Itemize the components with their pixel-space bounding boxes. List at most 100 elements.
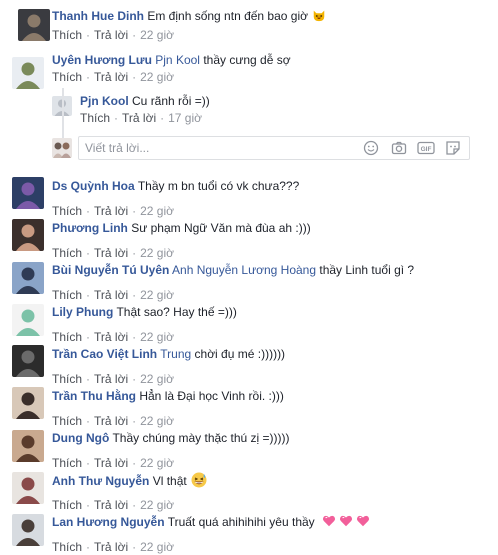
avatar[interactable] — [12, 57, 44, 89]
like-link[interactable]: Thích — [52, 70, 82, 84]
commenter-name[interactable]: Lan Hương Nguyễn — [52, 515, 165, 529]
like-link[interactable]: Thích — [52, 288, 82, 302]
comment-text: Thật sao? Hay thế =))) — [116, 305, 237, 319]
tagged-user[interactable]: Anh Nguyễn Lương Hoàng — [172, 263, 316, 277]
avatar[interactable] — [12, 219, 44, 251]
avatar[interactable] — [12, 262, 44, 294]
separator: · — [86, 414, 91, 428]
separator: · — [86, 246, 91, 260]
timestamp[interactable]: 22 giờ — [140, 540, 174, 554]
separator: · — [132, 70, 137, 84]
separator: · — [86, 540, 91, 554]
separator: · — [132, 540, 137, 554]
avatar[interactable] — [12, 472, 44, 504]
timestamp[interactable]: 22 giờ — [140, 246, 174, 260]
hearts-icon — [319, 515, 370, 529]
camera-icon[interactable] — [391, 140, 407, 156]
sticker-icon[interactable] — [445, 140, 461, 156]
commenter-name[interactable]: Thanh Hue Dinh — [52, 9, 144, 23]
commenter-name[interactable]: Anh Thư Nguyễn — [52, 474, 149, 488]
separator: · — [86, 372, 91, 386]
separator: · — [86, 204, 91, 218]
separator: · — [86, 28, 91, 42]
comment-body: Trần Cao Việt Linh Trung chời đụ mé :)))… — [52, 346, 285, 362]
reply-link[interactable]: Trả lời — [94, 414, 128, 428]
comment-body: Anh Thư Nguyễn Vl thật — [52, 472, 207, 489]
comment-text: chời đụ mé :)))))) — [194, 347, 286, 361]
timestamp[interactable]: 22 giờ — [140, 372, 174, 386]
avatar[interactable] — [12, 514, 44, 546]
avatar[interactable] — [12, 345, 44, 377]
comment-body: Dung Ngô Thầy chúng mày thặc thú zị =)))… — [52, 430, 290, 446]
separator: · — [132, 28, 137, 42]
timestamp[interactable]: 22 giờ — [140, 288, 174, 302]
comment-actions: Thích · Trả lời · 17 giờ — [80, 110, 202, 126]
comment-body: Thanh Hue Dinh Em định sống ntn đến bao … — [52, 8, 326, 24]
commenter-name[interactable]: Trần Thu Hằng — [52, 389, 136, 403]
like-link[interactable]: Thích — [52, 372, 82, 386]
tagged-user[interactable]: Trung — [160, 347, 191, 361]
reply-input[interactable] — [85, 140, 345, 156]
commenter-name[interactable]: Lily Phung — [52, 305, 113, 319]
avatar[interactable] — [12, 177, 44, 209]
timestamp[interactable]: 22 giờ — [140, 330, 174, 344]
comment-text: Vl thật — [152, 474, 187, 488]
timestamp[interactable]: 22 giờ — [140, 70, 174, 84]
commenter-name[interactable]: Uyên Hương Lưu — [52, 53, 152, 67]
commenter-name[interactable]: Dung Ngô — [52, 431, 109, 445]
reply-link[interactable]: Trả lời — [94, 330, 128, 344]
commenter-name[interactable]: Phương Linh — [52, 221, 128, 235]
like-link[interactable]: Thích — [52, 540, 82, 554]
avatar[interactable] — [12, 304, 44, 336]
timestamp[interactable]: 22 giờ — [140, 204, 174, 218]
reply-link[interactable]: Trả lời — [94, 456, 128, 470]
comment-body: Uyên Hương Lưu Pjn Kool thầy cưng dễ sợ — [52, 52, 291, 68]
tagged-user[interactable]: Pjn Kool — [155, 53, 200, 67]
comment-body: Bùi Nguyễn Tú Uyên Anh Nguyễn Lương Hoàn… — [52, 262, 414, 278]
comment-actions: Thích · Trả lời · 22 giờ — [52, 371, 174, 387]
like-link[interactable]: Thích — [52, 246, 82, 260]
reply-box: GIF — [78, 136, 470, 160]
reply-link[interactable]: Trả lời — [94, 288, 128, 302]
emoji-icon[interactable] — [363, 140, 379, 156]
like-link[interactable]: Thích — [52, 28, 82, 42]
commenter-name[interactable]: Pjn Kool — [80, 94, 129, 108]
commenter-name[interactable]: Trần Cao Việt Linh — [52, 347, 157, 361]
reply-link[interactable]: Trả lời — [122, 111, 156, 125]
separator: · — [114, 111, 119, 125]
avatar[interactable] — [12, 430, 44, 462]
separator: · — [160, 111, 165, 125]
like-link[interactable]: Thích — [52, 456, 82, 470]
comment-actions: Thích · Trả lời · 22 giờ — [52, 245, 174, 261]
like-link[interactable]: Thích — [52, 204, 82, 218]
like-link[interactable]: Thích — [52, 498, 82, 512]
reply-link[interactable]: Trả lời — [94, 540, 128, 554]
current-user-avatar — [52, 138, 72, 158]
reply-link[interactable]: Trả lời — [94, 246, 128, 260]
timestamp[interactable]: 22 giờ — [140, 498, 174, 512]
timestamp[interactable]: 22 giờ — [140, 456, 174, 470]
avatar[interactable] — [18, 9, 50, 41]
avatar[interactable] — [12, 387, 44, 419]
comment-text: thầy cưng dễ sợ — [203, 53, 291, 67]
comment-body: Phương Linh Sư phạm Ngữ Văn mà đùa ah :)… — [52, 220, 311, 236]
commenter-name[interactable]: Bùi Nguyễn Tú Uyên — [52, 263, 169, 277]
like-link[interactable]: Thích — [52, 330, 82, 344]
comment-actions: Thích · Trả lời · 22 giờ — [52, 203, 174, 219]
timestamp[interactable]: 17 giờ — [168, 111, 202, 125]
like-link[interactable]: Thích — [52, 414, 82, 428]
like-link[interactable]: Thích — [80, 111, 110, 125]
reply-link[interactable]: Trả lời — [94, 70, 128, 84]
reply-link[interactable]: Trả lời — [94, 372, 128, 386]
svg-text:GIF: GIF — [421, 146, 432, 153]
commenter-name[interactable]: Ds Quỳnh Hoa — [52, 179, 135, 193]
comment-text: Sư phạm Ngữ Văn mà đùa ah :))) — [131, 221, 311, 235]
reply-link[interactable]: Trả lời — [94, 204, 128, 218]
separator: · — [86, 498, 91, 512]
timestamp[interactable]: 22 giờ — [140, 414, 174, 428]
reply-link[interactable]: Trả lời — [94, 498, 128, 512]
reply-link[interactable]: Trả lời — [94, 28, 128, 42]
comment-actions: Thích · Trả lời · 22 giờ — [52, 329, 174, 345]
timestamp[interactable]: 22 giờ — [140, 28, 174, 42]
gif-icon[interactable]: GIF — [417, 140, 435, 156]
